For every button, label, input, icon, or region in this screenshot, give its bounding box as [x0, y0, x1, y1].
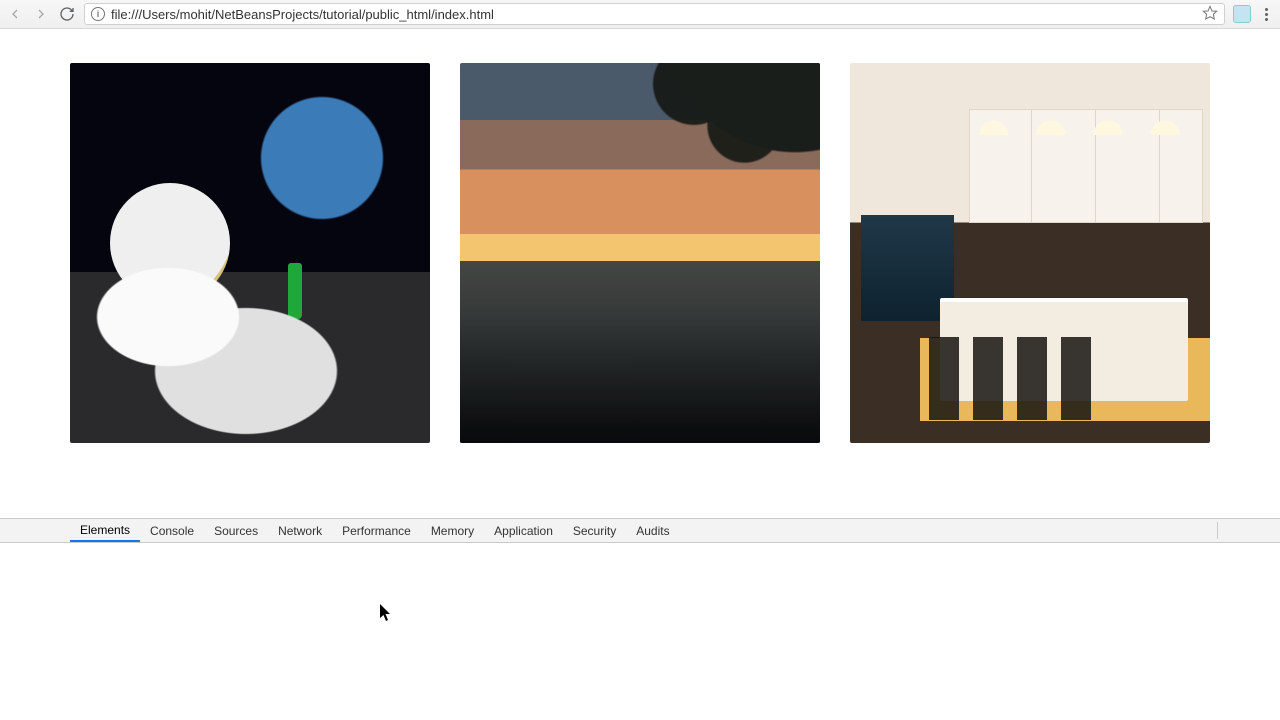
devtools-tabbar: Elements Console Sources Network Perform…: [0, 518, 1280, 543]
extension-icon[interactable]: [1233, 5, 1251, 23]
image-row: [70, 63, 1210, 443]
tab-label: Performance: [342, 524, 411, 538]
address-bar[interactable]: i file:///Users/mohit/NetBeansProjects/t…: [84, 3, 1225, 25]
devtools-tab-console[interactable]: Console: [140, 519, 204, 542]
tab-label: Network: [278, 524, 322, 538]
tab-label: Application: [494, 524, 553, 538]
devtools-tab-elements[interactable]: Elements: [70, 519, 140, 542]
bottle-graphic: [288, 263, 302, 319]
kitchen-stools-graphic: [929, 337, 1102, 421]
site-info-icon[interactable]: i: [91, 7, 105, 21]
devtools-tab-performance[interactable]: Performance: [332, 519, 421, 542]
kitchen-lights-graphic: [976, 112, 1196, 135]
devtools-tab-sources[interactable]: Sources: [204, 519, 268, 542]
page-viewport: [0, 29, 1280, 519]
browser-menu-button[interactable]: [1259, 4, 1274, 25]
bookmark-star-icon[interactable]: [1202, 5, 1218, 24]
tab-label: Elements: [80, 523, 130, 537]
content-image: [460, 63, 820, 443]
devtools-divider: [1217, 522, 1218, 539]
devtools-tab-network[interactable]: Network: [268, 519, 332, 542]
mouse-cursor-icon: [380, 604, 392, 622]
devtools-tab-audits[interactable]: Audits: [626, 519, 679, 542]
browser-toolbar: i file:///Users/mohit/NetBeansProjects/t…: [0, 0, 1280, 29]
devtools-tab-application[interactable]: Application: [484, 519, 563, 542]
reload-button[interactable]: [58, 5, 76, 23]
content-image: [850, 63, 1210, 443]
url-text: file:///Users/mohit/NetBeansProjects/tut…: [111, 7, 1196, 22]
devtools-tab-memory[interactable]: Memory: [421, 519, 484, 542]
tab-label: Memory: [431, 524, 474, 538]
devtools-tab-security[interactable]: Security: [563, 519, 626, 542]
forward-button[interactable]: [32, 5, 50, 23]
back-button[interactable]: [6, 5, 24, 23]
tab-label: Audits: [636, 524, 669, 538]
content-image: [70, 63, 430, 443]
tab-label: Security: [573, 524, 616, 538]
tab-label: Sources: [214, 524, 258, 538]
tab-label: Console: [150, 524, 194, 538]
